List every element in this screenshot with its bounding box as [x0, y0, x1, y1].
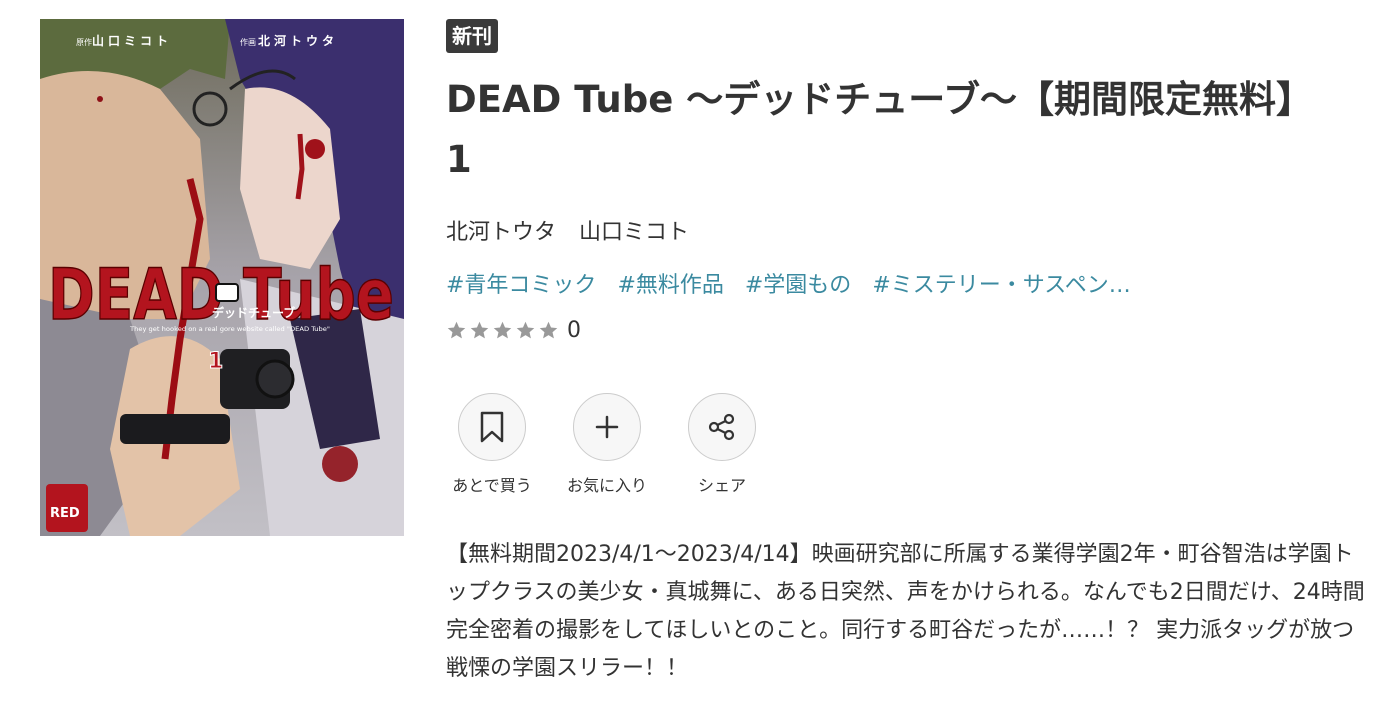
share-icon	[708, 413, 735, 441]
cover-credit-left-prefix: 原作	[76, 37, 92, 47]
share-label: シェア	[697, 476, 746, 495]
favorite-button[interactable]: お気に入り	[561, 393, 653, 496]
book-description: 【無料期間2023/4/1～2023/4/14】映画研究部に所属する業得学園2年…	[446, 542, 1365, 681]
tag-link[interactable]: #青年コミック	[446, 273, 596, 298]
buy-later-label: あとで買う	[452, 476, 532, 495]
author-link[interactable]: 山口ミコト	[579, 220, 689, 245]
cover-credit-left: 山口ミコト	[92, 33, 172, 48]
favorite-circle[interactable]	[573, 393, 641, 461]
new-release-badge: 新刊	[446, 19, 498, 53]
favorite-label: お気に入り	[566, 476, 647, 495]
buy-later-button[interactable]: あとで買う	[446, 393, 538, 496]
cover-logo-sub: デッドチューブ	[212, 305, 295, 320]
star-rating	[446, 320, 559, 341]
rating: 0	[446, 318, 581, 343]
review-count[interactable]: 0	[567, 318, 581, 343]
star-icon	[470, 321, 489, 339]
star-icon	[493, 321, 512, 339]
action-buttons: あとで買う お気に入り シェア	[446, 393, 791, 496]
cover-tagline: They get hooked on a real gore website c…	[129, 326, 330, 333]
star-icon	[539, 321, 558, 339]
tag-list: #青年コミック #無料作品 #学園もの #ミステリー・サスペン…	[446, 267, 1206, 299]
share-circle[interactable]	[688, 393, 756, 461]
star-icon	[447, 321, 466, 339]
tag-link[interactable]: #ミステリー・サスペン…	[872, 273, 1130, 298]
cover-credit-right-prefix: 作画	[240, 37, 256, 47]
share-button[interactable]: シェア	[676, 393, 768, 496]
author-list: 北河トウタ 山口ミコト	[446, 214, 689, 246]
bookmark-icon	[480, 411, 504, 443]
tag-link[interactable]: #無料作品	[617, 273, 723, 298]
cover-volume: 1	[208, 349, 223, 374]
page-title: DEAD Tube ～デッドチューブ～【期間限定無料】 1	[446, 78, 1313, 181]
book-cover: 原作 山口ミコト 作画 北河トウタ DEAD Tube デッドチューブ They…	[40, 19, 404, 536]
buy-later-circle[interactable]	[458, 393, 526, 461]
star-icon	[516, 321, 535, 339]
cover-imprint: RED	[50, 506, 80, 521]
cover-credit-right: 北河トウタ	[258, 33, 338, 48]
tag-link[interactable]: #学園もの	[745, 273, 851, 298]
plus-icon	[595, 415, 619, 439]
author-link[interactable]: 北河トウタ	[446, 220, 556, 245]
